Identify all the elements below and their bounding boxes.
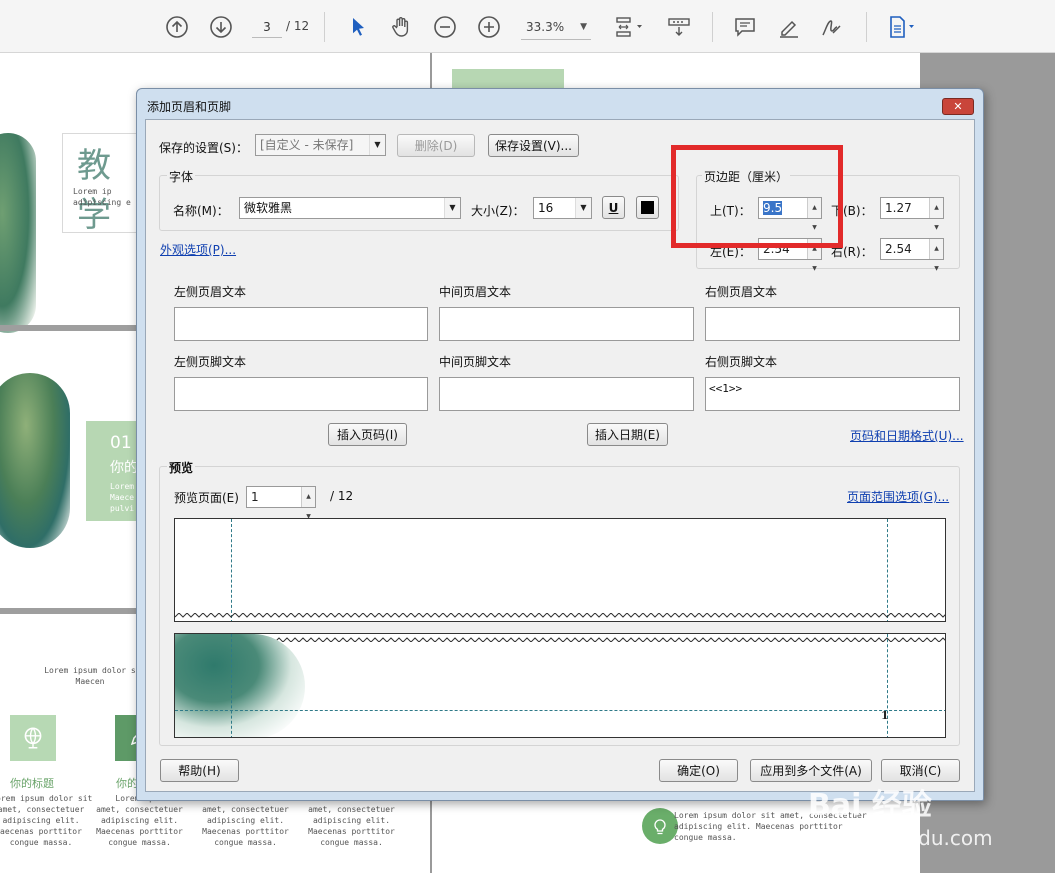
- toolbar: / 12 33.3%▼: [0, 0, 1055, 53]
- zoom-out-icon[interactable]: [432, 14, 458, 40]
- preview-page-total: / 12: [330, 489, 354, 503]
- tile-title-1: 你的标题: [10, 777, 54, 790]
- page-total: / 12: [286, 19, 310, 33]
- column-text-4: amet, consectetuer adipiscing elit. Maec…: [308, 805, 395, 847]
- delete-button[interactable]: 删除(D): [397, 134, 475, 157]
- insert-page-number-button[interactable]: 插入页码(I): [328, 423, 407, 446]
- sign-icon[interactable]: [818, 14, 844, 40]
- chevron-down-icon: ▼: [575, 198, 591, 218]
- next-page-icon[interactable]: [208, 14, 234, 40]
- right-footer-label: 右侧页脚文本: [705, 355, 778, 369]
- saved-settings-label: 保存的设置(S)：: [159, 141, 248, 155]
- preview-header-area: [174, 518, 946, 622]
- left-header-label: 左侧页眉文本: [174, 285, 247, 299]
- section-body: Lorem Maece pulvi: [110, 482, 135, 513]
- left-footer-field[interactable]: [174, 377, 428, 411]
- section-title: 你的: [110, 460, 138, 476]
- center-header-field[interactable]: [439, 307, 694, 341]
- help-button[interactable]: 帮助(H): [160, 759, 239, 782]
- center-header-label: 中间页眉文本: [439, 285, 512, 299]
- chevron-down-icon: ▼: [444, 198, 460, 218]
- column-text-2: Lorem ipsu amet, consectetuer adipiscing…: [96, 794, 183, 847]
- title-card: 教学 Lorem ip adipiscing e: [62, 133, 142, 235]
- highlight-icon[interactable]: [776, 14, 802, 40]
- preview-image: [175, 634, 305, 737]
- column-text-3: amet, consectetuer adipiscing elit. Maec…: [202, 805, 289, 847]
- center-footer-field[interactable]: [439, 377, 694, 411]
- header-footer-dialog: 添加页眉和页脚 ✕ 保存的设置(S)： [自定义 - 未保存] ▼ 删除(D) 保…: [136, 88, 984, 801]
- section-number: 01: [110, 433, 132, 453]
- font-name-select[interactable]: 微软雅黑 ▼: [239, 197, 461, 219]
- center-footer-label: 中间页脚文本: [439, 355, 512, 369]
- chevron-down-icon: ▼: [369, 135, 385, 155]
- zoom-select[interactable]: 33.3% ▼: [521, 16, 591, 40]
- preview-page-number: 1: [881, 709, 889, 722]
- watermark-brand: Bai 经验: [808, 788, 932, 823]
- globe-icon: [10, 715, 56, 761]
- save-settings-button[interactable]: 保存设置(V)...: [488, 134, 579, 157]
- file-icon[interactable]: [884, 14, 920, 40]
- left-header-field[interactable]: [174, 307, 428, 341]
- watermark-url: jingyan.baidu.com: [808, 826, 993, 850]
- fit-page-icon[interactable]: [610, 14, 646, 40]
- ok-button[interactable]: 确定(O): [659, 759, 738, 782]
- torn-edge-icon: [175, 637, 945, 642]
- font-size-select[interactable]: 16 ▼: [533, 197, 592, 219]
- lorem-short: Lorem ipsum dolor s Maecen: [44, 666, 136, 686]
- close-icon[interactable]: ✕: [942, 98, 974, 115]
- watermark: Bai 经验 jingyan.baidu.com: [808, 780, 1008, 850]
- right-footer-field[interactable]: <<1>>: [705, 377, 960, 411]
- page-number-input[interactable]: [252, 16, 282, 38]
- page-date-format-link[interactable]: 页码和日期格式(U)...: [850, 427, 964, 444]
- dialog-title: 添加页眉和页脚: [147, 100, 232, 114]
- dialog-titlebar[interactable]: 添加页眉和页脚 ✕: [137, 89, 983, 119]
- left-footer-label: 左侧页脚文本: [174, 355, 247, 369]
- font-size-label: 大小(Z)：: [471, 204, 525, 218]
- appearance-options-link[interactable]: 外观选项(P)...: [160, 241, 236, 258]
- apply-multiple-button[interactable]: 应用到多个文件(A): [750, 759, 872, 782]
- lightbulb-icon: [642, 808, 678, 844]
- right-margin-input[interactable]: 2.54 ▲ ▼: [880, 238, 944, 272]
- column-text-1: orem ipsum dolor sit amet, consectetuer …: [0, 794, 93, 847]
- torn-edge-icon: [175, 613, 945, 618]
- insert-date-button[interactable]: 插入日期(E): [587, 423, 668, 446]
- font-color-button[interactable]: [636, 196, 659, 219]
- comment-icon[interactable]: [732, 14, 758, 40]
- preview-page-input[interactable]: 1 ▲ ▼: [246, 486, 316, 520]
- page-range-options-link[interactable]: 页面范围选项(G)...: [847, 488, 949, 505]
- prev-page-icon[interactable]: [164, 14, 190, 40]
- font-name-label: 名称(M)：: [173, 204, 229, 218]
- preview-footer-area: 1: [174, 633, 946, 738]
- bottom-margin-input[interactable]: 1.27 ▲ ▼: [880, 197, 944, 231]
- preview-group-title: 预览: [167, 459, 196, 476]
- underline-button[interactable]: U: [602, 196, 625, 219]
- color-swatch-icon: [641, 201, 654, 214]
- select-cursor-icon[interactable]: [345, 14, 371, 40]
- saved-settings-select[interactable]: [自定义 - 未保存] ▼: [255, 134, 386, 156]
- cancel-button[interactable]: 取消(C): [881, 759, 960, 782]
- right-header-field[interactable]: [705, 307, 960, 341]
- dialog-body: 保存的设置(S)： [自定义 - 未保存] ▼ 删除(D) 保存设置(V)... …: [145, 119, 975, 792]
- preview-page-label: 预览页面(E): [174, 491, 239, 505]
- highlight-annotation: [671, 145, 843, 248]
- right-header-label: 右侧页眉文本: [705, 285, 778, 299]
- zoom-in-icon[interactable]: [476, 14, 502, 40]
- tile-title-2: 你的: [116, 777, 138, 790]
- font-group-title: 字体: [167, 168, 196, 185]
- scroll-mode-icon[interactable]: [666, 14, 692, 40]
- hand-icon[interactable]: [388, 14, 414, 40]
